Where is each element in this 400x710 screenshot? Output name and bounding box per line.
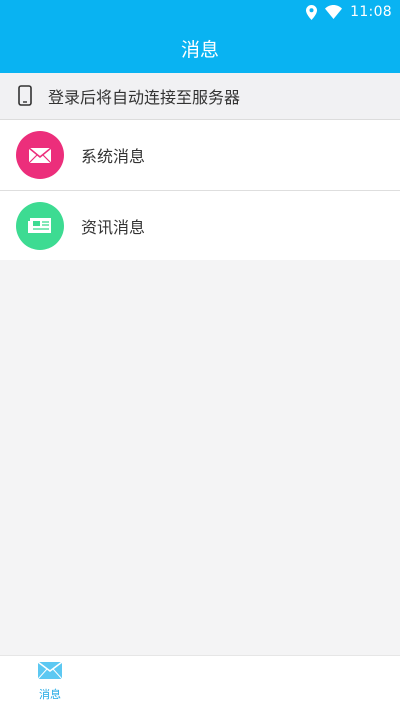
screen: 11:08 消息 登录后将自动连接至服务器 系统消息 资讯消息 消息 xyxy=(0,0,400,710)
location-icon xyxy=(306,4,318,20)
connection-notice: 登录后将自动连接至服务器 xyxy=(0,73,400,120)
bottom-nav: 消息 xyxy=(0,655,400,710)
list-item-label: 资讯消息 xyxy=(81,217,146,237)
newspaper-icon xyxy=(16,201,64,250)
page-title: 消息 xyxy=(180,39,219,61)
list-item-label: 系统消息 xyxy=(81,147,146,166)
wifi-icon xyxy=(325,5,343,19)
message-list: 系统消息 资讯消息 xyxy=(0,120,400,260)
status-time: 11:08 xyxy=(350,4,392,20)
envelope-icon xyxy=(16,131,64,179)
connection-notice-text: 登录后将自动连接至服务器 xyxy=(48,88,241,107)
tab-messages-label: 消息 xyxy=(39,688,61,701)
status-bar: 11:08 xyxy=(0,0,400,24)
phone-icon xyxy=(17,85,33,107)
envelope-icon xyxy=(37,661,63,683)
app-bar: 消息 xyxy=(0,24,400,73)
list-item-system-messages[interactable]: 系统消息 xyxy=(0,120,400,190)
tab-messages[interactable]: 消息 xyxy=(22,661,78,708)
list-item-news-messages[interactable]: 资讯消息 xyxy=(0,190,400,260)
